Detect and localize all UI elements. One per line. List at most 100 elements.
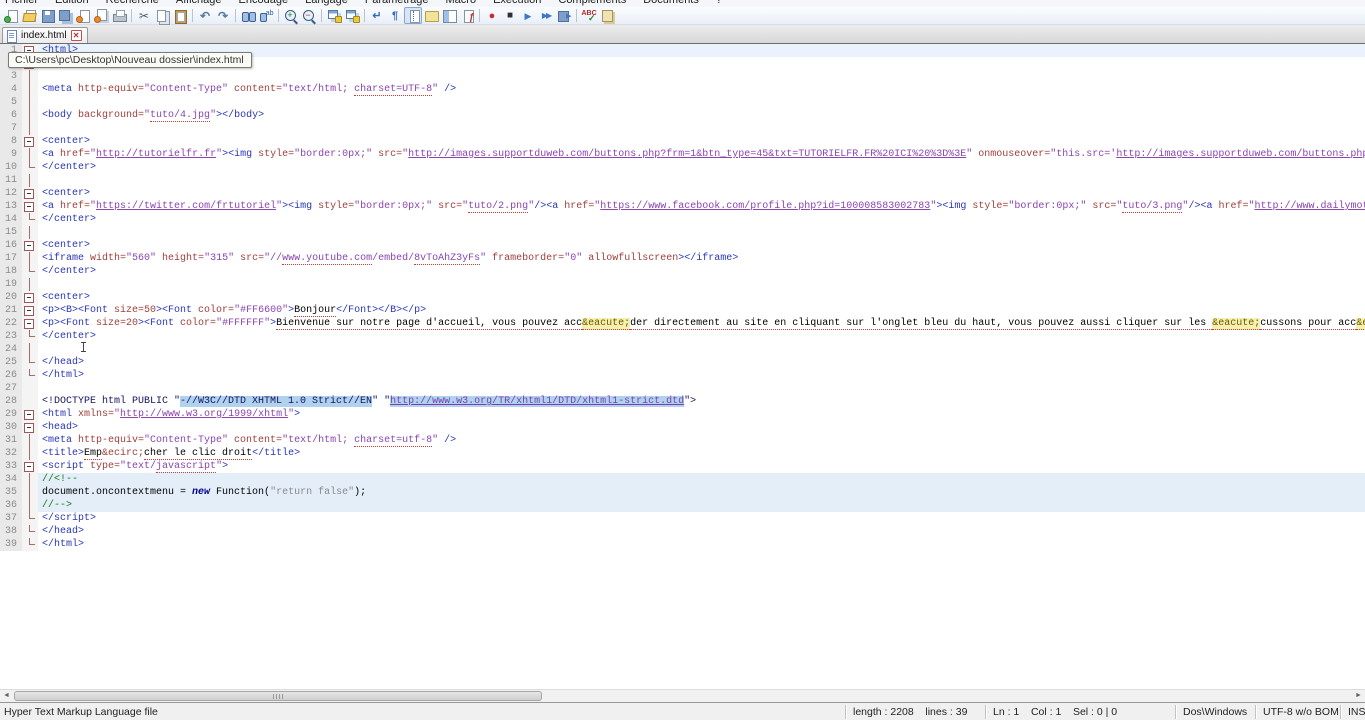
copy-icon <box>155 9 170 23</box>
code-text: <a href="http://tutorielfr.fr"><img styl… <box>42 149 1365 160</box>
fold-margin <box>22 83 38 96</box>
macro-record-button[interactable] <box>483 7 501 24</box>
fold-collapse-icon[interactable] <box>22 291 38 304</box>
code-text: <!DOCTYPE html PUBLIC "-//W3C//DTD XHTML… <box>42 396 697 407</box>
scroll-right-arrow-icon[interactable]: ► <box>1352 690 1365 702</box>
indent-guide-button[interactable] <box>404 7 422 24</box>
redo-button[interactable] <box>214 7 232 24</box>
menu-item-macro[interactable]: Macro <box>444 0 479 6</box>
line-number: 8 <box>0 135 22 148</box>
menu-item-affichage[interactable]: Affichage <box>174 0 224 6</box>
fold-collapse-icon[interactable] <box>22 200 38 213</box>
show-all-characters-button[interactable] <box>386 7 404 24</box>
replace-button[interactable] <box>257 7 275 24</box>
fold-collapse-icon[interactable] <box>22 460 38 473</box>
save-button[interactable] <box>38 7 56 24</box>
line-number: 11 <box>0 174 22 187</box>
scrollbar-thumb[interactable] <box>14 691 542 701</box>
save-icon <box>40 9 55 23</box>
code-line: 37 </script> <box>0 512 1365 525</box>
save-all-button[interactable] <box>56 7 74 24</box>
code-text: </center> <box>42 266 97 277</box>
fold-collapse-icon[interactable] <box>22 187 38 200</box>
copy-button[interactable] <box>153 7 171 24</box>
fold-collapse-icon[interactable] <box>22 408 38 421</box>
find-button[interactable] <box>239 7 257 24</box>
fold-margin <box>22 343 38 356</box>
tab-bar: index.html ✕ <box>0 25 1365 44</box>
fold-collapse-icon[interactable] <box>22 239 38 252</box>
word-wrap-button[interactable] <box>368 7 386 24</box>
sync-horizontal-scrolling-button[interactable] <box>343 7 361 24</box>
menu-item-parametrage[interactable]: Paramétrage <box>363 0 431 6</box>
menu-item-aide[interactable]: ? <box>714 0 724 6</box>
fold-collapse-icon[interactable] <box>22 304 38 317</box>
menu-item-edition[interactable]: Edition <box>53 0 91 6</box>
new-file-button[interactable] <box>2 7 20 24</box>
fold-collapse-icon[interactable] <box>22 421 38 434</box>
open-file-icon <box>22 9 37 23</box>
code-line: 29 <html xmlns="http://www.w3.org/1999/xh… <box>0 408 1365 421</box>
menu-item-fichier[interactable]: Fichier <box>3 0 40 6</box>
editor-area[interactable]: 1<html>2<head>34<meta http-equiv="Conten… <box>0 44 1365 689</box>
document-map-button[interactable] <box>440 7 458 24</box>
menu-item-execution[interactable]: Exécution <box>491 0 543 6</box>
tab-index-html[interactable]: index.html ✕ <box>2 27 88 43</box>
code-text: <p><Font size=20><Font color="#FFFFFF">B… <box>38 317 1365 330</box>
user-defined-language-button[interactable] <box>422 7 440 24</box>
menu-item-recherche[interactable]: Recherche <box>104 0 161 6</box>
fold-collapse-icon[interactable] <box>22 317 38 330</box>
code-line: 36 //--> <box>0 499 1365 512</box>
code-text: <p><B><Font size=50><Font color="#FF6600… <box>42 305 427 317</box>
code-text: <center> <box>42 240 91 251</box>
fold-margin <box>22 395 38 408</box>
zoom-in-button[interactable] <box>282 7 300 24</box>
close-button[interactable] <box>74 7 92 24</box>
tab-close-icon[interactable]: ✕ <box>70 30 82 41</box>
macro-stop-button[interactable] <box>501 7 519 24</box>
macro-save-button[interactable] <box>555 7 573 24</box>
fold-collapse-icon[interactable] <box>22 135 38 148</box>
macro-save-icon <box>557 9 572 24</box>
sync-vertical-scrolling-button[interactable] <box>325 7 343 24</box>
scrollbar-grip-icon <box>273 694 283 699</box>
menu-item-langage[interactable]: Langage <box>303 0 350 6</box>
spell-check-document-icon <box>600 9 615 23</box>
line-number: 9 <box>0 148 22 161</box>
function-list-button[interactable] <box>458 7 476 25</box>
code-line: 20 <center> <box>0 291 1365 304</box>
fold-margin <box>22 148 38 161</box>
zoom-out-button[interactable] <box>300 7 318 24</box>
open-file-button[interactable] <box>20 7 38 24</box>
spell-check-button[interactable] <box>580 7 598 25</box>
document-map-icon <box>442 9 457 23</box>
cut-button[interactable] <box>135 7 153 24</box>
macro-play-button[interactable] <box>519 7 537 24</box>
status-cursor-position: Ln : 1 Col : 1 Sel : 0 | 0 <box>985 704 1175 719</box>
code-line: 13 <a href="https://twitter.com/frtutorie… <box>0 200 1365 213</box>
line-number: 15 <box>0 226 22 239</box>
toolbar-separator <box>321 9 322 22</box>
menu-item-complements[interactable]: Compléments <box>556 0 628 6</box>
menu-item-encodage[interactable]: Encodage <box>237 0 291 6</box>
paste-icon <box>173 9 188 24</box>
undo-button[interactable] <box>196 7 214 24</box>
close-all-button[interactable] <box>92 7 110 24</box>
fold-margin <box>22 174 38 187</box>
line-number: 13 <box>0 200 22 213</box>
scroll-left-arrow-icon[interactable]: ◄ <box>0 690 13 702</box>
fold-margin <box>22 252 38 265</box>
paste-button[interactable] <box>171 7 189 24</box>
line-number: 37 <box>0 512 22 525</box>
spell-check-document-button[interactable] <box>598 7 616 24</box>
print-button[interactable] <box>110 7 128 24</box>
toolbar-separator <box>576 9 577 22</box>
macro-run-multiple-button[interactable] <box>537 7 555 24</box>
horizontal-scrollbar[interactable]: ◄ ► <box>0 689 1365 702</box>
spell-check-icon <box>582 7 597 25</box>
menu-item-documents[interactable]: Documents <box>641 0 701 6</box>
find-icon <box>241 9 256 23</box>
undo-icon <box>198 9 213 23</box>
